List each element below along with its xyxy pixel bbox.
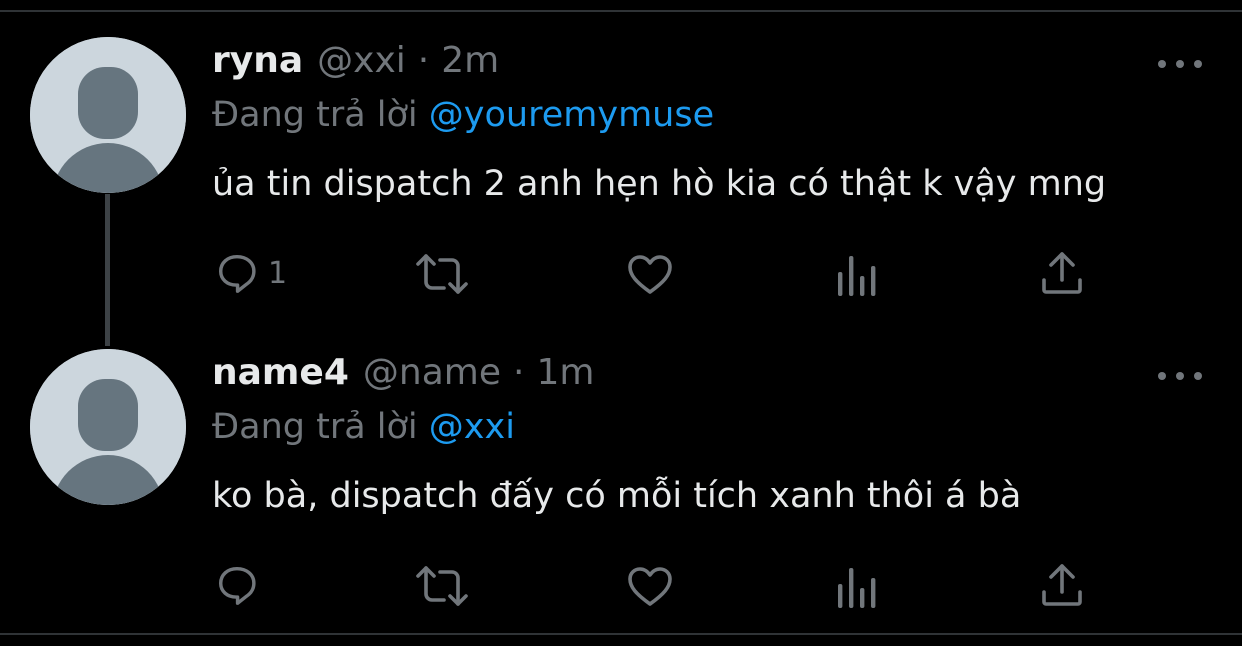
share-icon bbox=[1042, 564, 1082, 606]
default-avatar-icon[interactable] bbox=[30, 37, 186, 193]
share-icon bbox=[1042, 252, 1082, 294]
more-dots-icon[interactable] bbox=[1158, 54, 1202, 74]
reply-button[interactable] bbox=[214, 562, 268, 608]
replying-to-label: Đang trả lời bbox=[212, 95, 418, 135]
reply-count: 1 bbox=[268, 255, 288, 291]
analytics-icon bbox=[838, 568, 876, 608]
share-button[interactable] bbox=[1040, 562, 1084, 608]
timestamp[interactable]: 2m bbox=[441, 40, 499, 81]
default-avatar-icon[interactable] bbox=[30, 349, 186, 505]
user-handle[interactable]: @xxi bbox=[317, 40, 406, 81]
reply-icon bbox=[218, 566, 256, 605]
analytics-icon bbox=[838, 256, 876, 296]
tweet-text: ko bà, dispatch đấy có mỗi tích xanh thô… bbox=[212, 476, 1022, 516]
retweet-button[interactable] bbox=[414, 252, 470, 296]
separator-dot: · bbox=[513, 352, 525, 393]
thread-connector-line bbox=[105, 194, 110, 346]
tweet-header: ryna @xxi · 2m bbox=[212, 40, 499, 90]
replying-to-line: Đang trả lời @xxi bbox=[212, 407, 515, 447]
views-button[interactable] bbox=[834, 254, 878, 296]
like-button[interactable] bbox=[626, 251, 674, 297]
reply-mention-link[interactable]: @xxi bbox=[429, 407, 515, 447]
tweet-thread: ryna @xxi · 2m Đang trả lời @youremymuse… bbox=[0, 0, 1242, 646]
reply-icon bbox=[218, 254, 256, 293]
views-button[interactable] bbox=[834, 566, 878, 608]
reply-mention-link[interactable]: @youremymuse bbox=[429, 95, 714, 135]
share-button[interactable] bbox=[1040, 250, 1084, 296]
timestamp[interactable]: 1m bbox=[536, 352, 594, 393]
display-name[interactable]: ryna bbox=[212, 40, 303, 81]
like-button[interactable] bbox=[626, 563, 674, 609]
tweet-text: ủa tin dispatch 2 anh hẹn hò kia có thật… bbox=[212, 164, 1107, 204]
bottom-divider bbox=[0, 633, 1242, 635]
separator-dot: · bbox=[417, 40, 430, 81]
retweet-button[interactable] bbox=[414, 564, 470, 608]
tweet-header: name4 @name · 1m bbox=[212, 352, 594, 402]
heart-icon bbox=[628, 567, 672, 606]
more-dots-icon[interactable] bbox=[1158, 366, 1202, 386]
retweet-icon bbox=[416, 254, 468, 294]
display-name[interactable]: name4 bbox=[212, 352, 349, 393]
replying-to-line: Đang trả lời @youremymuse bbox=[212, 95, 714, 135]
heart-icon bbox=[628, 255, 672, 294]
user-handle[interactable]: @name bbox=[363, 352, 501, 393]
retweet-icon bbox=[416, 566, 468, 606]
replying-to-label: Đang trả lời bbox=[212, 407, 418, 447]
reply-button[interactable]: 1 bbox=[214, 250, 287, 296]
top-divider bbox=[0, 10, 1242, 12]
